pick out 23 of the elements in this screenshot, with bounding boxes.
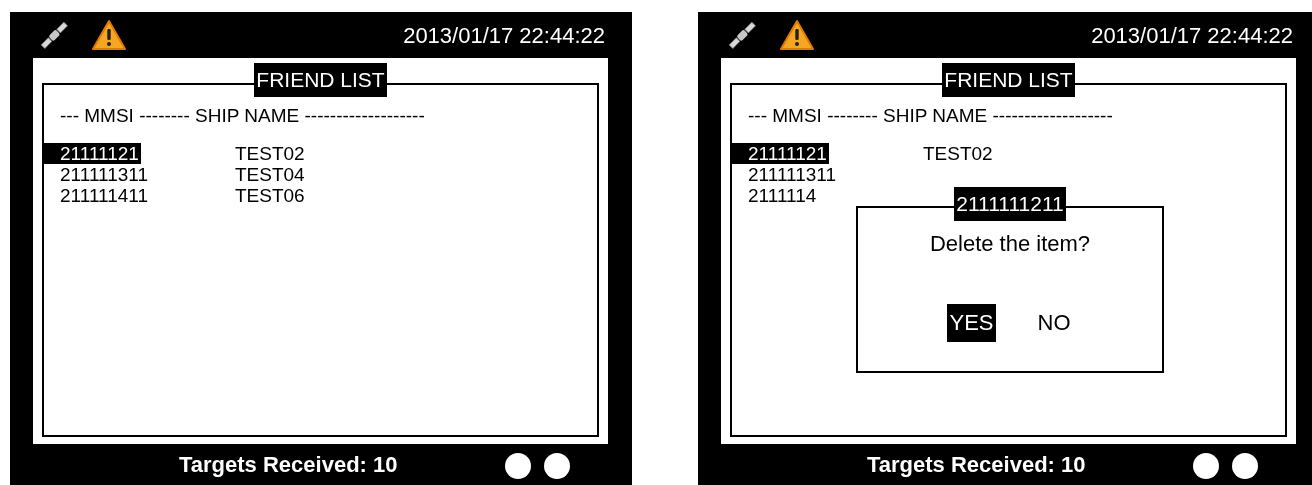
ship-name-cell: TEST02 bbox=[235, 143, 305, 164]
targets-received-status: Targets Received: 10 bbox=[867, 451, 1086, 479]
mmsi-cell[interactable]: 211111311 bbox=[60, 164, 149, 185]
warning-icon bbox=[779, 19, 815, 51]
warning-icon bbox=[91, 19, 127, 51]
targets-received-status: Targets Received: 10 bbox=[179, 451, 398, 479]
dialog-option[interactable]: YES bbox=[947, 304, 996, 342]
column-header: --- MMSI -------- SHIP NAME ------------------- bbox=[748, 105, 1114, 126]
date-time: 2013/01/17 22:44:22 bbox=[403, 21, 606, 50]
date-time: 2013/01/17 22:44:22 bbox=[1091, 21, 1294, 50]
dialog-message: Delete the item? bbox=[929, 230, 1091, 258]
mmsi-cell[interactable]: 21111121 bbox=[44, 143, 141, 164]
ship-name-cell: TEST04 bbox=[235, 164, 305, 185]
ship-name-cell: TEST06 bbox=[235, 185, 305, 206]
mmsi-cell[interactable]: 211111411 bbox=[60, 185, 149, 206]
ship-name-cell: TEST02 bbox=[923, 143, 993, 164]
panel-title: FRIEND LIST bbox=[254, 63, 387, 97]
dialog-title: 2111111211 bbox=[954, 187, 1066, 221]
mmsi-cell[interactable]: 2111114 bbox=[748, 185, 817, 206]
mmsi-cell[interactable]: 211111311 bbox=[748, 164, 837, 185]
mmsi-cell[interactable]: 21111121 bbox=[732, 143, 829, 164]
column-header: --- MMSI -------- SHIP NAME ------------------- bbox=[60, 105, 426, 126]
panel-title: FRIEND LIST bbox=[942, 63, 1075, 97]
